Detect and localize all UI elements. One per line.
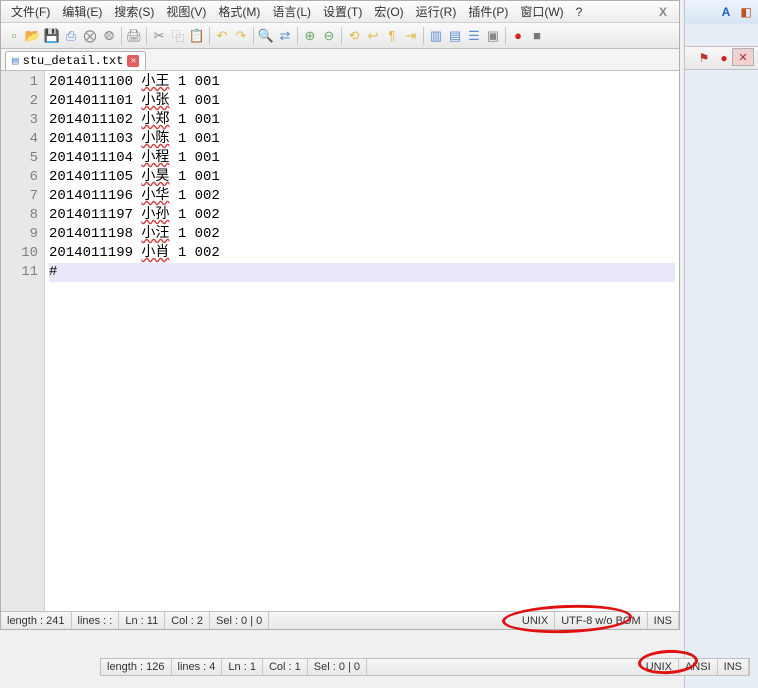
status2-encoding: ANSI [679,659,718,675]
code-line: 2014011100 小王 1 001 [49,73,675,92]
save-icon[interactable]: 💾 [43,27,61,45]
bg-icon-box: ◧ [738,4,754,20]
status-eol: UNIX [516,612,555,629]
close-all-icon[interactable]: ⨷ [100,27,118,45]
menu-run[interactable]: 运行(R) [410,1,463,22]
status-bar: length : 241 lines : : Ln : 11 Col : 2 S… [1,611,679,629]
code-line-current: # [49,263,675,282]
bg-titlebar: A ◧ [685,0,758,24]
code-line: 2014011101 小张 1 001 [49,92,675,111]
close-file-icon[interactable]: ⨂ [81,27,99,45]
status-length: length : 241 [1,612,72,629]
toolbar-sep [253,27,254,45]
tab-filename: stu_detail.txt [23,54,124,68]
zoom-out-icon[interactable]: ⊖ [320,27,338,45]
menu-plugins[interactable]: 插件(P) [462,1,514,22]
find-icon[interactable]: 🔍 [257,27,275,45]
toolbar-sep [341,27,342,45]
menu-format[interactable]: 格式(M) [212,1,266,22]
status-gap [269,612,516,629]
menu-bar: 文件(F) 编辑(E) 搜索(S) 视图(V) 格式(M) 语言(L) 设置(T… [1,1,679,23]
menu-view[interactable]: 视图(V) [160,1,212,22]
menu-file[interactable]: 文件(F) [5,1,56,22]
toolbar-sep [209,27,210,45]
print-icon[interactable]: 🖨 [125,27,143,45]
menu-language[interactable]: 语言(L) [266,1,317,22]
code-line: 2014011105 小昊 1 001 [49,168,675,187]
code-line: 2014011102 小郑 1 001 [49,111,675,130]
new-file-icon[interactable]: ▫ [5,27,23,45]
status-lines: lines : : [72,612,120,629]
func-list-icon[interactable]: ☰ [465,27,483,45]
second-status-bar: length : 126 lines : 4 Ln : 1 Col : 1 Se… [100,658,750,676]
menu-search[interactable]: 搜索(S) [108,1,160,22]
bg-icon-a: A [718,4,734,20]
sync-icon[interactable]: ⟲ [345,27,363,45]
record-icon[interactable]: ● [509,27,527,45]
code-line: 2014011104 小程 1 001 [49,149,675,168]
code-line: 2014011198 小汪 1 002 [49,225,675,244]
open-file-icon[interactable]: 📂 [24,27,42,45]
tab-close-icon[interactable]: ✕ [127,55,139,67]
zoom-in-icon[interactable]: ⊕ [301,27,319,45]
replace-icon[interactable]: ⇄ [276,27,294,45]
status2-gap [367,659,640,675]
toolbar-sep [121,27,122,45]
status2-ins: INS [718,659,749,675]
toolbar-sep [423,27,424,45]
status2-sel: Sel : 0 | 0 [308,659,367,675]
status2-length: length : 126 [101,659,172,675]
background-window-fragment: A ◧ ✕ ⚑ ● ■ [684,0,758,688]
cut-icon[interactable]: ✂ [150,27,168,45]
file-tab[interactable]: ▤ stu_detail.txt ✕ [5,51,146,70]
monitor-icon[interactable]: ▣ [484,27,502,45]
code-line: 2014011199 小肖 1 002 [49,244,675,263]
menu-close-x[interactable]: X [653,3,673,21]
bg-flag-icon: ⚑ [696,50,712,66]
paste-icon[interactable]: 📋 [188,27,206,45]
stop-icon[interactable]: ■ [528,27,546,45]
bg-record-icon: ● [716,50,732,66]
copy-icon[interactable]: ⿻ [169,27,187,45]
menu-edit[interactable]: 编辑(E) [56,1,108,22]
ws-icon[interactable]: ¶ [383,27,401,45]
status-ins: INS [648,612,679,629]
file-icon: ▤ [12,54,19,68]
undo-icon[interactable]: ↶ [213,27,231,45]
editor-area[interactable]: 1234567891011 2014011100 小王 1 0012014011… [1,71,679,611]
toolbar-sep [146,27,147,45]
doc-map-icon[interactable]: ▤ [446,27,464,45]
menu-window[interactable]: 窗口(W) [514,1,569,22]
toolbar: ▫ 📂 💾 ⎙ ⨂ ⨷ 🖨 ✂ ⿻ 📋 ↶ ↷ 🔍 ⇄ ⊕ ⊖ ⟲ ↩ ¶ ⇥ … [1,23,679,49]
editor-window: 文件(F) 编辑(E) 搜索(S) 视图(V) 格式(M) 语言(L) 设置(T… [0,0,680,630]
status2-col: Col : 1 [263,659,308,675]
menu-settings[interactable]: 设置(T) [317,1,368,22]
status-col: Col : 2 [165,612,210,629]
redo-icon[interactable]: ↷ [232,27,250,45]
save-all-icon[interactable]: ⎙ [62,27,80,45]
status2-lines: lines : 4 [172,659,223,675]
status-sel: Sel : 0 | 0 [210,612,269,629]
code-line: 2014011197 小孙 1 002 [49,206,675,225]
indent-icon[interactable]: ⇥ [402,27,420,45]
folder-icon[interactable]: ▥ [427,27,445,45]
toolbar-sep [505,27,506,45]
tab-bar: ▤ stu_detail.txt ✕ [1,49,679,71]
menu-macro[interactable]: 宏(O) [368,1,409,22]
bg-close-button[interactable]: ✕ [732,48,754,66]
line-number-gutter: 1234567891011 [1,71,45,611]
menu-help[interactable]: ? [570,3,589,21]
wrap-icon[interactable]: ↩ [364,27,382,45]
code-line: 2014011103 小陈 1 001 [49,130,675,149]
status2-eol: UNIX [640,659,679,675]
code-line: 2014011196 小华 1 002 [49,187,675,206]
status-ln: Ln : 11 [119,612,165,629]
toolbar-sep [297,27,298,45]
status2-ln: Ln : 1 [222,659,263,675]
code-area[interactable]: 2014011100 小王 1 0012014011101 小张 1 00120… [45,71,679,611]
status-encoding: UTF-8 w/o BOM [555,612,647,629]
